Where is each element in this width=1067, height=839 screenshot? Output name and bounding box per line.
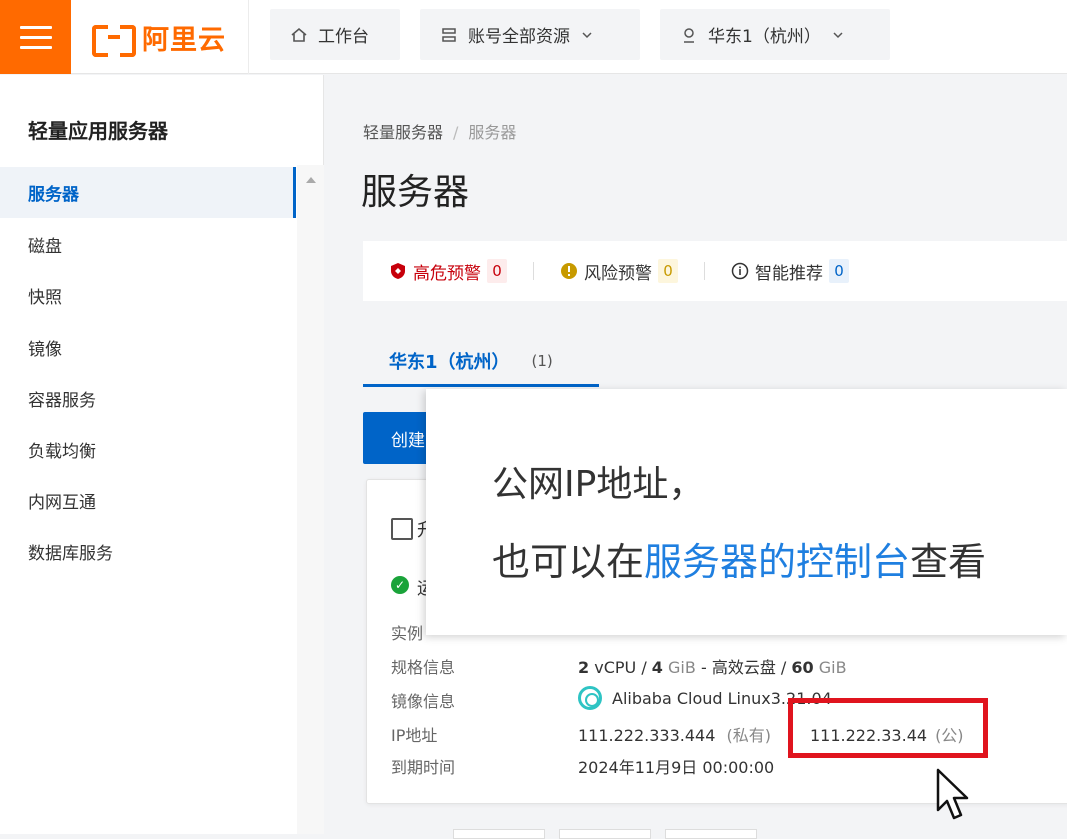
disk-unit: GiB	[818, 658, 847, 677]
risk-label: 风险预警	[584, 263, 652, 284]
info-icon	[731, 262, 749, 280]
sidebar-item-intranet[interactable]: 内网互通	[0, 475, 296, 526]
bottom-button-2[interactable]	[559, 829, 651, 839]
breadcrumb-separator: /	[453, 123, 459, 142]
cpu-count: 2	[578, 658, 590, 677]
sidebar-item-servers[interactable]: 服务器	[0, 167, 296, 218]
workbench-label: 工作台	[318, 27, 369, 47]
chevron-down-icon	[582, 31, 592, 38]
expiry-label: 到期时间	[391, 758, 456, 777]
sidebar: 轻量应用服务器 服务器 磁盘 快照 镜像 容器服务 负载均衡 内网互通 数据库服…	[0, 75, 324, 834]
sidebar-item-database[interactable]: 数据库服务	[0, 526, 296, 577]
bottom-button-3[interactable]	[665, 829, 757, 839]
header-divider	[248, 0, 249, 74]
shield-icon	[391, 263, 405, 279]
running-status-icon: ✓	[391, 576, 409, 594]
expiry-value: 2024年11月9日 00:00:00	[578, 758, 775, 777]
warning-icon	[561, 263, 577, 279]
overlay-text-pre: 也可以在	[492, 540, 645, 584]
private-ip[interactable]: 111.222.333.444	[578, 726, 715, 745]
alert-bar: 高危预警 0 风险预警 0 智能推荐 0	[363, 241, 1067, 301]
logo-text: 阿里云	[142, 24, 226, 56]
create-label: 创建	[391, 430, 425, 451]
tab-count: (1)	[531, 351, 553, 370]
overlay-text-accent: 服务器的控制台	[644, 540, 911, 584]
recommendation-label: 智能推荐	[755, 263, 823, 284]
sidebar-scrollbar[interactable]	[297, 165, 324, 834]
private-ip-tag: (私有)	[726, 726, 772, 745]
risk-alert[interactable]: 风险预警 0	[560, 259, 678, 284]
tab-label: 华东1（杭州）	[389, 351, 510, 373]
overlay-line-2: 也可以在服务器的控制台查看	[492, 531, 986, 586]
recommendation-count: 0	[829, 259, 849, 283]
aliyun-logo-icon	[92, 23, 136, 57]
instance-label: 实例	[391, 624, 424, 643]
bottom-button-1[interactable]	[453, 829, 545, 839]
high-risk-label: 高危预警	[413, 263, 481, 284]
private-ip-value: 111.222.333.444 (私有)	[578, 722, 771, 746]
region-dropdown[interactable]: 华东1（杭州）	[660, 9, 890, 60]
overlay-line-1: 公网IP地址，	[492, 464, 705, 505]
cpu-unit: vCPU	[594, 658, 637, 677]
spec-label: 规格信息	[391, 658, 456, 677]
aliyun-logo[interactable]: 阿里云	[92, 18, 226, 57]
server-list-icon	[442, 27, 456, 42]
workbench-button[interactable]: 工作台	[270, 9, 400, 60]
memory-unit: GiB	[668, 658, 696, 677]
select-checkbox[interactable]	[391, 518, 413, 540]
mouse-cursor-icon	[936, 768, 969, 820]
alibaba-linux-icon	[578, 686, 602, 710]
sidebar-item-disks[interactable]: 磁盘	[0, 219, 296, 270]
top-bar: 阿里云 工作台 账号全部资源 华东1（杭州）	[0, 0, 1067, 74]
resources-label: 账号全部资源	[468, 27, 570, 47]
sidebar-item-images[interactable]: 镜像	[0, 322, 296, 373]
breadcrumb-root[interactable]: 轻量服务器	[363, 123, 443, 142]
sidebar-item-containers[interactable]: 容器服务	[0, 373, 296, 424]
sidebar-title: 轻量应用服务器	[28, 119, 168, 143]
public-ip-highlight-box	[788, 698, 988, 758]
tutorial-overlay: 公网IP地址， 也可以在服务器的控制台查看	[426, 389, 1067, 635]
high-risk-alert[interactable]: 高危预警 0	[389, 259, 507, 284]
alert-divider	[704, 262, 705, 280]
resources-dropdown[interactable]: 账号全部资源	[420, 9, 640, 60]
image-label: 镜像信息	[391, 692, 456, 711]
risk-count: 0	[658, 259, 678, 283]
sidebar-item-load-balancer[interactable]: 负载均衡	[0, 424, 296, 475]
chevron-down-icon	[833, 31, 843, 38]
high-risk-count: 0	[487, 259, 507, 283]
breadcrumb: 轻量服务器 / 服务器	[363, 119, 516, 143]
alert-divider	[533, 262, 534, 280]
breadcrumb-current: 服务器	[468, 123, 517, 142]
tab-hangzhou[interactable]: 华东1（杭州） (1)	[363, 337, 599, 387]
sidebar-item-snapshots[interactable]: 快照	[0, 270, 296, 321]
spec-value: 2 vCPU / 4 GiB - 高效云盘 / 60 GiB	[578, 658, 847, 677]
disk-type: 高效云盘	[711, 658, 776, 677]
scroll-up-arrow-icon[interactable]	[306, 177, 316, 183]
recommendation-alert[interactable]: 智能推荐 0	[731, 259, 849, 284]
memory-size: 4	[651, 658, 663, 677]
menu-icon[interactable]	[0, 0, 71, 74]
location-pin-icon	[684, 27, 694, 43]
region-label: 华东1（杭州）	[708, 27, 821, 47]
home-icon	[291, 27, 307, 42]
page-title: 服务器	[361, 172, 470, 213]
disk-size: 60	[791, 658, 814, 677]
overlay-text-post: 查看	[910, 540, 987, 584]
ip-label: IP地址	[391, 726, 438, 745]
